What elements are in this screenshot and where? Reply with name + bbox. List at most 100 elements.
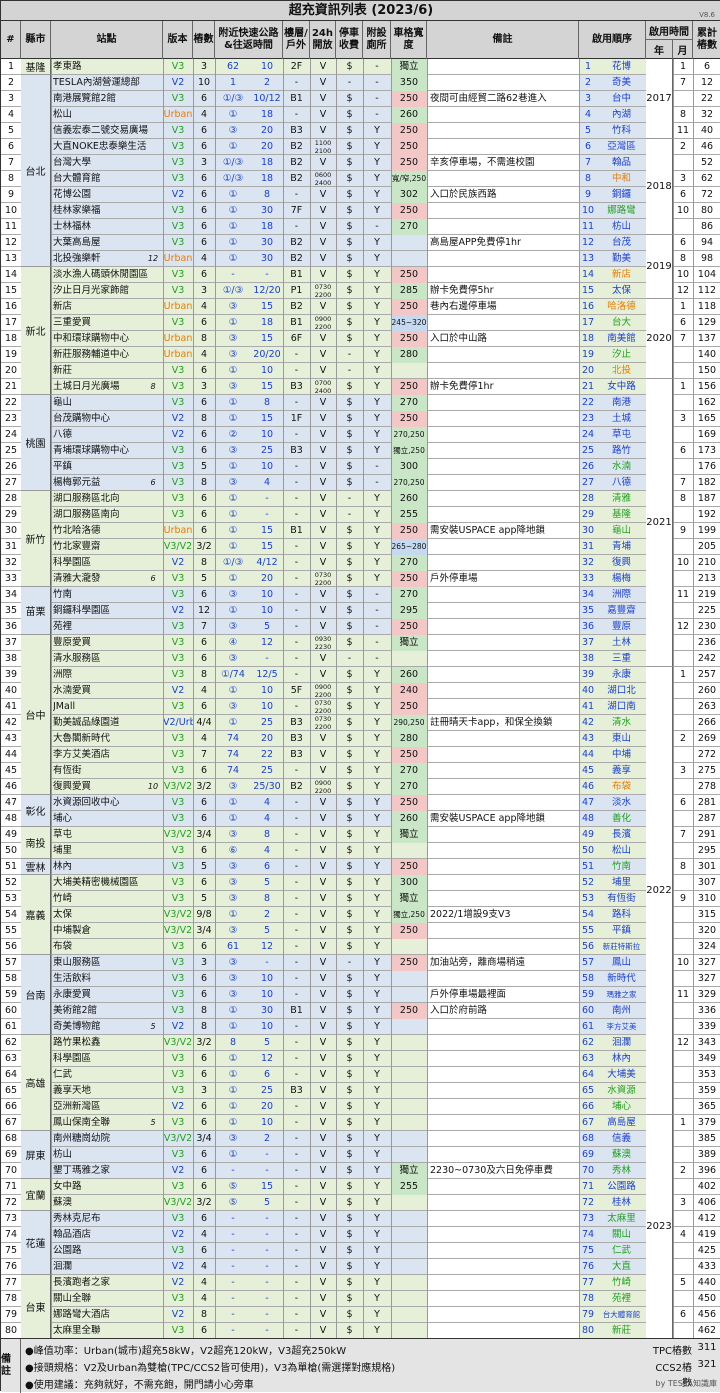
column-divider (51, 283, 52, 299)
order-index: 65 (581, 1085, 595, 1096)
open-24h: 0600 2400 (314, 171, 332, 187)
station-note (430, 171, 580, 187)
order-index: 72 (581, 1197, 595, 1208)
restroom: Y (374, 1069, 380, 1080)
station-footnote (145, 635, 161, 651)
stall-width: 240 (391, 683, 427, 699)
column-divider (427, 443, 428, 459)
station-name: 竹北家豐齋 (53, 541, 101, 552)
row-index: 27 (4, 477, 18, 488)
station-version: V2 (171, 1165, 185, 1176)
travel-time: - (265, 1229, 269, 1240)
column-divider (427, 635, 428, 651)
restroom: - (375, 461, 379, 472)
open-24h: V (319, 877, 327, 888)
station-version: V3 (171, 589, 185, 600)
order-index: 8 (584, 173, 592, 184)
station-footnote (145, 1099, 161, 1115)
stall-width: 245~320 (391, 315, 427, 331)
column-divider (427, 155, 428, 171)
open-24h: V (319, 493, 327, 504)
column-divider (427, 507, 428, 523)
station-version: V2 (171, 1101, 185, 1112)
station-note: 高島屋APP免費停1hr (430, 237, 521, 248)
row-index: 69 (4, 1149, 18, 1160)
column-divider (427, 731, 428, 747)
floor-level: - (294, 541, 299, 552)
station-name: 水資源回收中心 (53, 797, 120, 808)
open-24h: 0900 2200 (314, 779, 332, 795)
floor-level: - (294, 1053, 299, 1064)
station-footnote (145, 715, 161, 731)
column-divider (427, 1291, 428, 1307)
highway-exit: ① (228, 221, 238, 232)
cumulative-stalls: 156 (697, 381, 717, 392)
column-divider (51, 299, 52, 315)
station-footnote: 8 (150, 382, 156, 391)
stall-width (391, 971, 427, 987)
cumulative-stalls: 52 (700, 157, 714, 168)
order-index: 64 (581, 1069, 595, 1080)
cumulative-stalls: 40 (700, 125, 714, 136)
stall-width: 250 (391, 795, 427, 811)
order-station: 路竹 (611, 445, 631, 456)
table-row: 19 新莊服務輔道中心 Urban 4 ③ 20/20- V - Y 280 19 汐止 140 (1, 347, 720, 363)
cumulative-stalls: 257 (697, 669, 717, 680)
cumulative-stalls: 349 (697, 1053, 717, 1064)
table-row: 74 翰品酒店 V2 4- - - V $ Y 74 關山 419 4 (1, 1227, 720, 1243)
station-name: 東山服務區 (53, 957, 101, 968)
order-station: 枋山 (611, 221, 631, 232)
floor-level: - (294, 893, 299, 904)
restroom: Y (374, 685, 380, 696)
column-divider (427, 107, 428, 123)
travel-time: 5 (263, 621, 271, 632)
row-index: 31 (4, 541, 18, 552)
open-month (673, 1019, 693, 1035)
open-24h: V (319, 1245, 327, 1256)
highway-exit: ① (228, 461, 238, 472)
station-footnote (145, 107, 161, 123)
station-footnote (145, 1163, 161, 1179)
station-name: 竹北哈洛德 (53, 525, 101, 536)
cumulative-stalls: 140 (697, 349, 717, 360)
open-24h: V (319, 93, 327, 104)
order-station: 三重 (611, 653, 631, 664)
station-name: 孝東路 (53, 61, 82, 72)
table-row: 69 枋山 V3 6 ① - - V $ Y 69 蘇澳 389 (1, 1147, 720, 1163)
highway-exit: ① (228, 525, 238, 536)
open-month: 9 (679, 525, 687, 536)
station-version: V3 (171, 733, 185, 744)
travel-time: 15 (260, 301, 274, 312)
station-name: 草屯 (53, 829, 73, 840)
cumulative-stalls: 266 (697, 717, 717, 728)
row-index: 37 (4, 637, 18, 648)
order-station: 嘉豐齋 (607, 605, 636, 616)
highway-exit: ③ (228, 349, 238, 360)
column-divider (51, 1227, 52, 1243)
station-version: V3 (171, 893, 185, 904)
column-divider (427, 1243, 428, 1259)
stall-count: 7 (200, 621, 208, 632)
station-note (430, 427, 580, 443)
restroom: Y (374, 973, 380, 984)
station-footnote: 5 (150, 1022, 156, 1031)
travel-time: 4/12 (256, 557, 278, 568)
table-row: 13 北投強樂軒 12 Urban 4 ① 30 B2 V $ Y 13 勤美 98 8 (1, 251, 720, 267)
station-note (430, 363, 580, 379)
floor-level: - (294, 1197, 299, 1208)
version-label: V8.6 (699, 11, 715, 19)
stall-count: 10 (197, 77, 211, 88)
station-version: V3 (171, 237, 185, 248)
column-divider (427, 1099, 428, 1115)
stall-width: 270 (391, 587, 427, 603)
station-note: 辦卡免費停1hr (430, 381, 494, 392)
open-24h: V (319, 1053, 327, 1064)
open-24h: V (319, 109, 327, 120)
order-station: 李方艾美 (606, 1022, 637, 1031)
column-divider (427, 1083, 428, 1099)
highway-exit: ⑤ (228, 1197, 238, 1208)
column-divider (51, 427, 52, 443)
column-divider (427, 459, 428, 475)
floor-level: - (294, 877, 299, 888)
floor-level: - (294, 397, 299, 408)
